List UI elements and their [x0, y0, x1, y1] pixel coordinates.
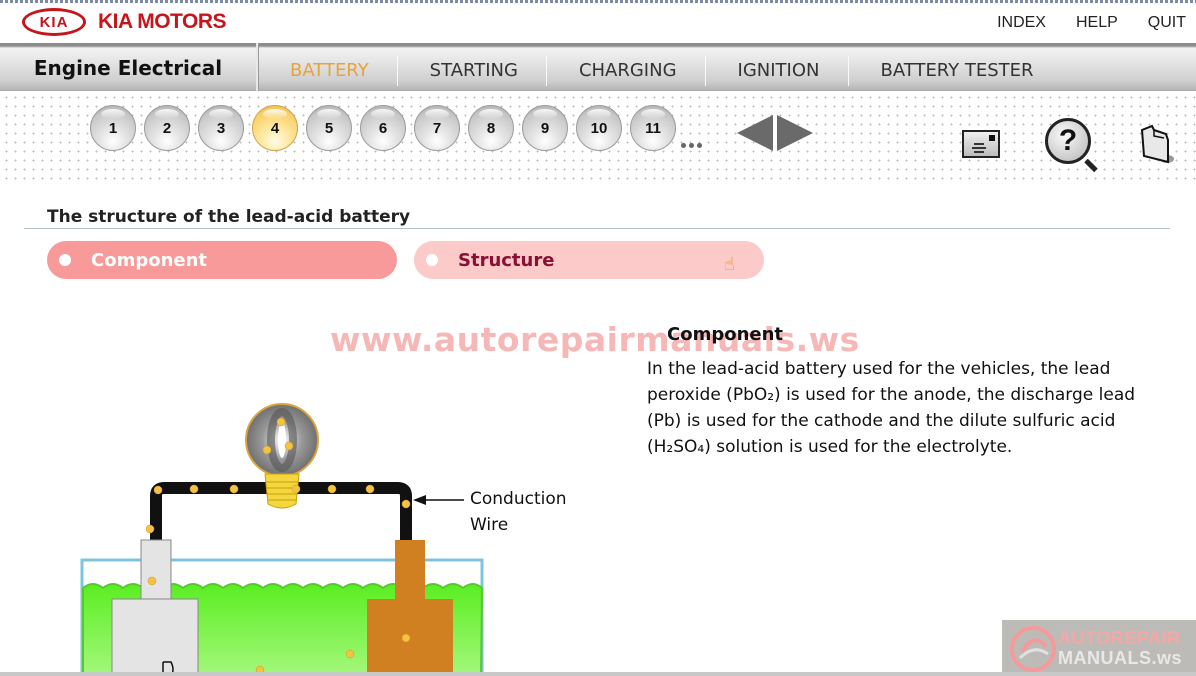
page-number: 11: [645, 119, 661, 137]
page-number: 1: [108, 119, 118, 137]
page-number: 8: [486, 119, 496, 137]
page-number: 3: [216, 119, 226, 137]
page-button-6[interactable]: 6: [360, 105, 406, 151]
previous-page-arrow-icon[interactable]: [737, 115, 773, 151]
section-title: Engine Electrical: [0, 43, 258, 91]
structure-tab[interactable]: Structure: [414, 241, 764, 279]
mail-icon[interactable]: [962, 130, 1000, 158]
page-button-7[interactable]: 7: [414, 105, 460, 151]
next-page-arrow-icon[interactable]: [777, 115, 813, 151]
help-search-icon[interactable]: ?: [1045, 118, 1098, 173]
page-navigation: 1 2 3 4 5 6 7 8 9 10 11: [90, 105, 676, 151]
conduction-wire-label: Conduction Wire: [470, 486, 567, 538]
kia-logo[interactable]: KIA KIA MOTORS: [22, 8, 227, 36]
page-button-9[interactable]: 9: [522, 105, 568, 151]
hand-cursor-icon: ☝: [724, 254, 735, 275]
label-line: Wire: [470, 515, 509, 535]
label-line: Conduction: [470, 489, 567, 509]
bullet-icon: [426, 254, 438, 266]
badge-line-2: MANUALS.ws: [1058, 648, 1183, 668]
page-button-11[interactable]: 11: [630, 105, 676, 151]
page-button-3[interactable]: 3: [198, 105, 244, 151]
component-tab-label: Component: [91, 249, 208, 271]
page-button-10[interactable]: 10: [576, 105, 622, 151]
page-button-1[interactable]: 1: [90, 105, 136, 151]
content-title: The structure of the lead-acid battery: [47, 207, 411, 227]
main-nav: Engine Electrical BATTERY STARTING CHARG…: [0, 43, 1196, 91]
site-badge: AUTOREPAIR MANUALS.ws: [1002, 620, 1196, 676]
component-tab[interactable]: Component: [47, 241, 397, 279]
kia-logo-text: KIA MOTORS: [98, 10, 227, 33]
page-button-8[interactable]: 8: [468, 105, 514, 151]
folder-icon[interactable]: [1140, 124, 1174, 164]
kia-logo-mark: KIA: [22, 8, 86, 36]
page-button-4-current[interactable]: 4: [252, 105, 298, 151]
badge-logo-icon: [1010, 626, 1056, 672]
page-button-5[interactable]: 5: [306, 105, 352, 151]
more-pages-icon[interactable]: [681, 143, 702, 148]
page-arrows: [737, 115, 813, 151]
label-pointer-arrow: [413, 495, 464, 505]
page-number: 5: [324, 119, 334, 137]
tab-ignition[interactable]: IGNITION: [706, 56, 849, 86]
badge-line-1: AUTOREPAIR: [1058, 628, 1181, 648]
page-number: 7: [432, 119, 442, 137]
tab-battery-tester[interactable]: BATTERY TESTER: [849, 56, 1062, 86]
tab-battery[interactable]: BATTERY: [258, 56, 398, 86]
bullet-icon: [59, 254, 71, 266]
page-button-2[interactable]: 2: [144, 105, 190, 151]
nav-tabs: BATTERY STARTING CHARGING IGNITION BATTE…: [258, 43, 1062, 91]
info-body: In the lead-acid battery used for the ve…: [647, 359, 1136, 457]
top-links: INDEX HELP QUIT: [997, 14, 1186, 32]
page-number: 2: [162, 119, 172, 137]
tab-starting[interactable]: STARTING: [398, 56, 547, 86]
header: KIA KIA MOTORS INDEX HELP QUIT: [0, 3, 1196, 43]
tab-charging[interactable]: CHARGING: [547, 56, 706, 86]
page-number: 6: [378, 119, 388, 137]
info-title: Component: [667, 324, 784, 345]
page-number: 10: [590, 119, 608, 137]
index-link[interactable]: INDEX: [997, 14, 1046, 32]
help-link[interactable]: HELP: [1076, 14, 1118, 32]
battery-diagram: [80, 403, 484, 676]
quit-link[interactable]: QUIT: [1148, 14, 1186, 32]
page-number: 4: [270, 119, 280, 137]
bottom-bar: [0, 672, 1196, 676]
page-number: 9: [540, 119, 550, 137]
structure-tab-label: Structure: [458, 249, 555, 271]
title-divider: [24, 228, 1170, 229]
